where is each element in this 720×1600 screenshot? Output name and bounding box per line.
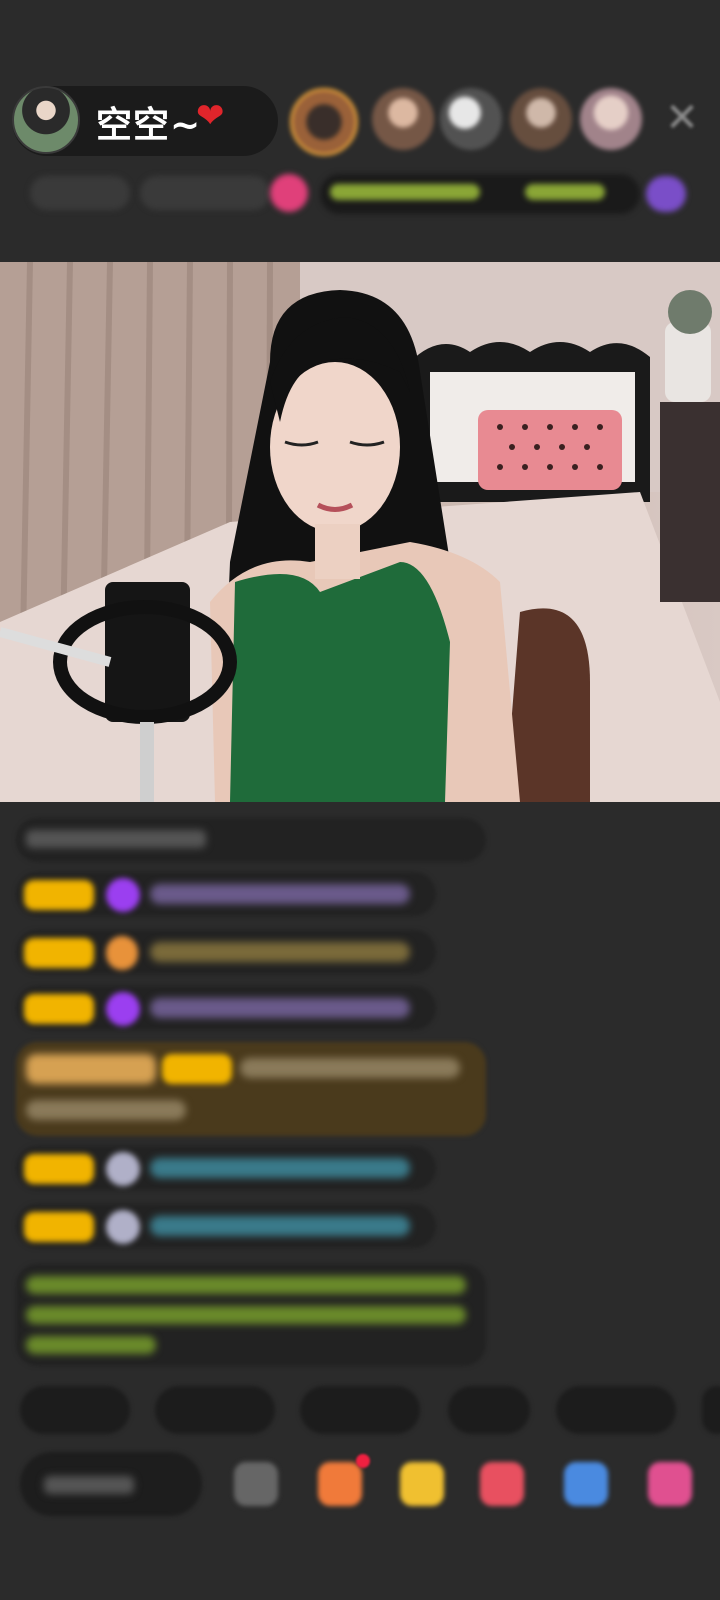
quick-reply-button[interactable] bbox=[702, 1386, 720, 1434]
quick-reply-button[interactable] bbox=[448, 1386, 530, 1434]
viewer-avatar[interactable] bbox=[580, 88, 642, 150]
chat-text bbox=[26, 1100, 186, 1120]
heart-gift-icon[interactable] bbox=[480, 1462, 524, 1506]
fan-icon bbox=[106, 1152, 140, 1186]
chat-input-placeholder bbox=[44, 1476, 134, 1494]
chat-text bbox=[26, 830, 206, 848]
quick-reply-button[interactable] bbox=[20, 1386, 130, 1434]
live-video[interactable] bbox=[0, 262, 720, 802]
notice-text bbox=[26, 1276, 466, 1294]
emoji-icon[interactable] bbox=[234, 1462, 278, 1506]
host-name: 空空~ bbox=[96, 105, 202, 146]
viewer-avatar[interactable] bbox=[290, 88, 358, 156]
level-badge bbox=[24, 938, 94, 968]
notice-text bbox=[26, 1306, 466, 1324]
notification-dot bbox=[356, 1454, 370, 1468]
grid-icon[interactable] bbox=[648, 1462, 692, 1506]
gem-icon bbox=[106, 878, 140, 912]
quick-reply-button[interactable] bbox=[300, 1386, 420, 1434]
quick-reply-button[interactable] bbox=[556, 1386, 676, 1434]
notice-text bbox=[26, 1336, 156, 1354]
chat-text bbox=[150, 1158, 410, 1178]
gem-icon bbox=[106, 992, 140, 1026]
pink-badge-icon[interactable] bbox=[270, 174, 308, 212]
close-icon[interactable]: ✕ bbox=[664, 98, 700, 138]
chat-text bbox=[150, 884, 410, 904]
banner-text bbox=[330, 184, 480, 200]
vip-badge bbox=[26, 1054, 156, 1084]
chat-text bbox=[150, 942, 410, 962]
viewer-avatar[interactable] bbox=[510, 88, 572, 150]
crown-gift-icon[interactable] bbox=[400, 1462, 444, 1506]
level-badge bbox=[24, 880, 94, 910]
video-frame bbox=[0, 262, 720, 802]
chat-text bbox=[150, 1216, 410, 1236]
gem-badge[interactable] bbox=[140, 176, 270, 210]
quick-reply-button[interactable] bbox=[155, 1386, 275, 1434]
heart-icon: ❤ bbox=[196, 96, 225, 136]
level-badge bbox=[24, 994, 94, 1024]
gift-icon[interactable] bbox=[318, 1462, 362, 1506]
chat-text bbox=[150, 998, 410, 1018]
level-badge bbox=[24, 1154, 94, 1184]
chat-text bbox=[240, 1058, 460, 1078]
level-badge bbox=[24, 1212, 94, 1242]
shield-icon bbox=[106, 936, 138, 970]
viewer-avatar[interactable] bbox=[372, 88, 434, 150]
viewer-avatar[interactable] bbox=[440, 88, 502, 150]
purple-badge-icon[interactable] bbox=[646, 176, 686, 212]
rank-badge[interactable] bbox=[30, 176, 130, 210]
host-avatar[interactable] bbox=[12, 86, 80, 154]
stream-info-row bbox=[0, 166, 720, 222]
level-badge bbox=[162, 1054, 232, 1084]
fan-icon bbox=[106, 1210, 140, 1244]
banner-text bbox=[525, 184, 605, 200]
game-icon[interactable] bbox=[564, 1462, 608, 1506]
